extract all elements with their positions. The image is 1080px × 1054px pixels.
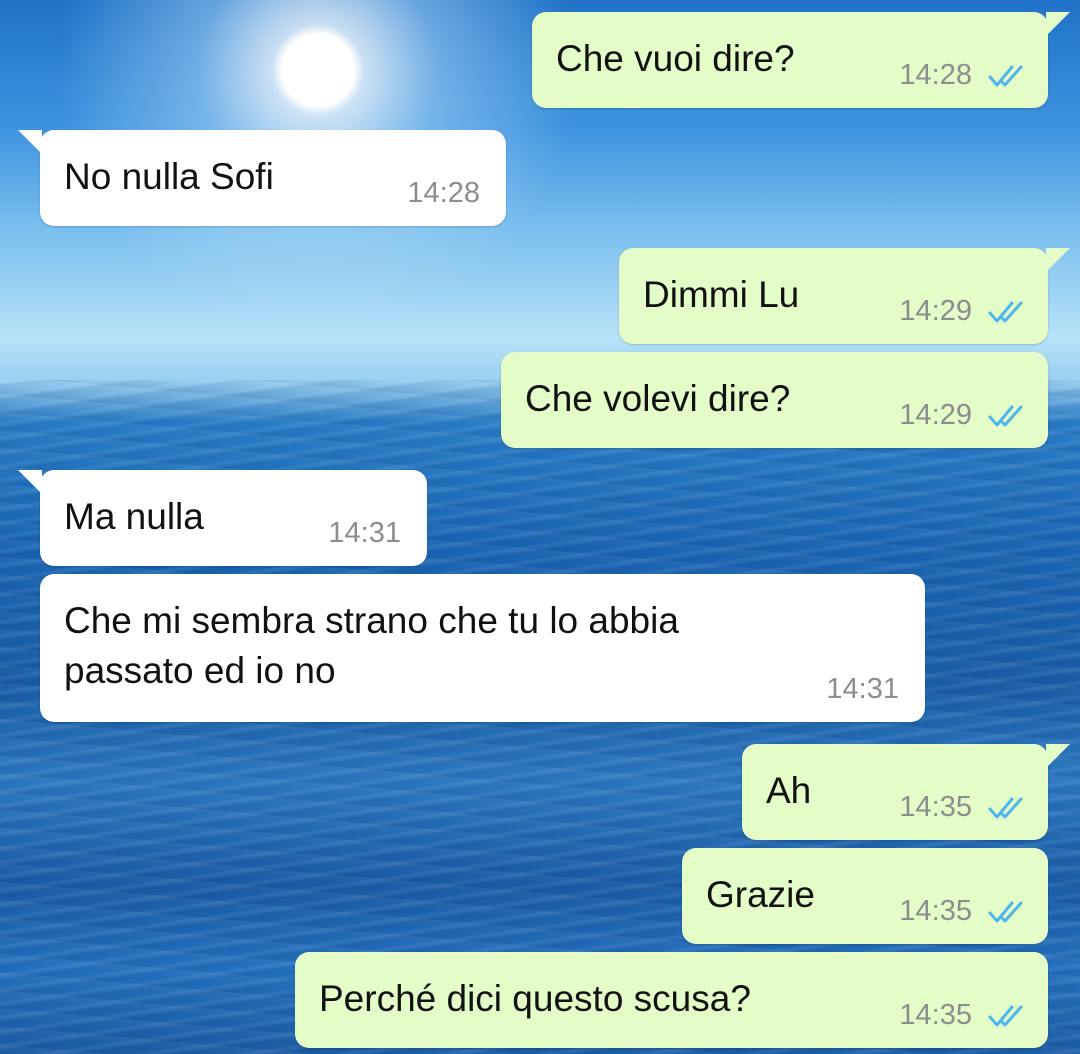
outgoing-message[interactable]: Che volevi dire? 14:29 xyxy=(501,352,1048,448)
bubble-tail xyxy=(18,130,42,154)
message-text: Dimmi Lu xyxy=(643,274,800,315)
message-text: Che volevi dire? xyxy=(525,378,791,419)
bubble-tail xyxy=(1046,744,1070,768)
read-double-check-icon xyxy=(988,797,1023,819)
read-double-check-icon xyxy=(988,901,1023,923)
message-time: 14:35 xyxy=(899,895,972,927)
outgoing-message[interactable]: Ah 14:35 xyxy=(742,744,1070,840)
outgoing-message[interactable]: Che vuoi dire? 14:28 xyxy=(532,12,1070,108)
bubble-tail xyxy=(18,470,42,494)
read-double-check-icon xyxy=(988,65,1023,87)
read-double-check-icon xyxy=(988,1005,1023,1027)
incoming-message[interactable]: No nulla Sofi 14:28 xyxy=(18,130,506,226)
read-double-check-icon xyxy=(988,301,1023,323)
message-time: 14:28 xyxy=(899,59,972,91)
message-time: 14:28 xyxy=(407,177,480,209)
message-time: 14:31 xyxy=(328,517,401,549)
outgoing-message[interactable]: Grazie 14:35 xyxy=(682,848,1048,944)
bubble-tail xyxy=(1046,12,1070,36)
message-text: No nulla Sofi xyxy=(64,156,274,197)
message-text: Che vuoi dire? xyxy=(556,38,795,79)
message-text: Che mi sembra strano che tu lo abbia pas… xyxy=(64,600,679,691)
message-time: 14:31 xyxy=(826,673,899,705)
message-text: Ah xyxy=(766,770,812,811)
outgoing-message[interactable]: Dimmi Lu 14:29 xyxy=(619,248,1070,344)
bubble-tail xyxy=(1046,248,1070,272)
outgoing-message[interactable]: Perché dici questo scusa? 14:35 xyxy=(295,952,1048,1048)
message-text: Ma nulla xyxy=(64,496,204,537)
read-double-check-icon xyxy=(988,405,1023,427)
message-time: 14:35 xyxy=(899,791,972,823)
incoming-message[interactable]: Ma nulla 14:31 xyxy=(18,470,427,566)
message-text: Perché dici questo scusa? xyxy=(319,978,751,1019)
incoming-message[interactable]: Che mi sembra strano che tu lo abbia pas… xyxy=(40,574,925,722)
message-time: 14:35 xyxy=(899,999,972,1031)
message-text: Grazie xyxy=(706,874,815,915)
message-time: 14:29 xyxy=(899,295,972,327)
message-time: 14:29 xyxy=(899,399,972,431)
